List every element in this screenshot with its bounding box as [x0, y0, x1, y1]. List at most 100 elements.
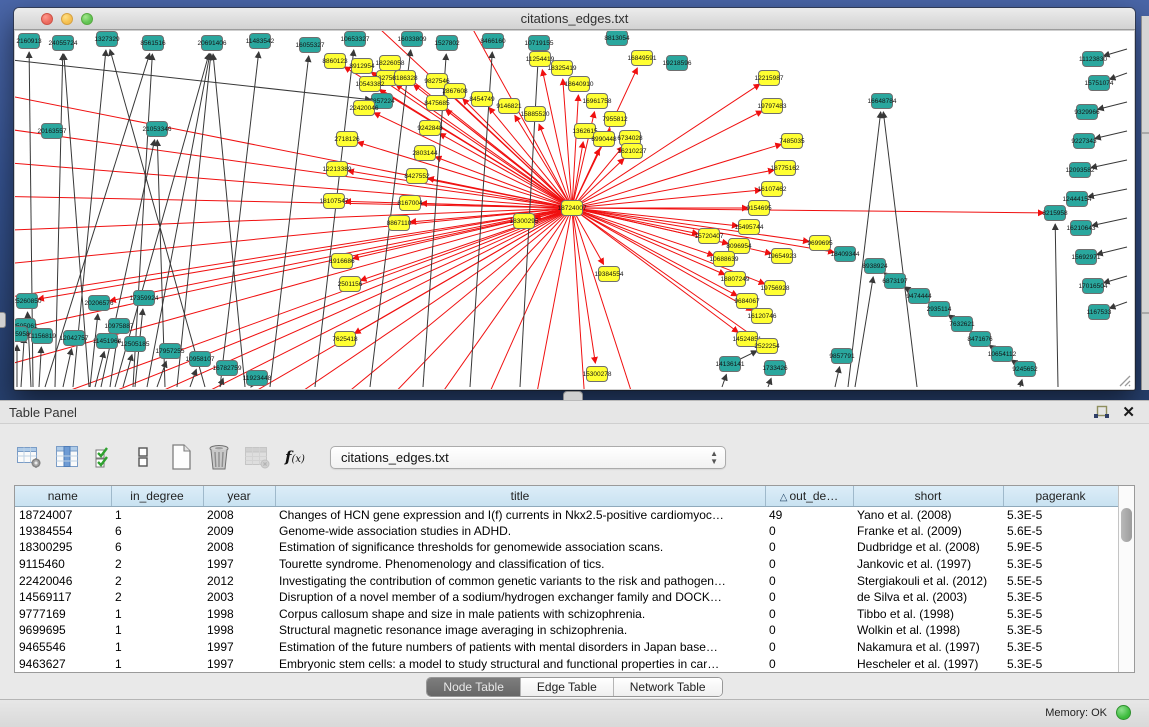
- graph-node[interactable]: 20163557: [38, 124, 67, 139]
- graph-node[interactable]: 20206576: [85, 296, 114, 311]
- table-row[interactable]: 911546021997Tourette syndrome. Phenomeno…: [15, 556, 1118, 573]
- table-cell[interactable]: 5.5E-5: [1003, 572, 1118, 589]
- table-cell[interactable]: 5.3E-5: [1003, 506, 1118, 523]
- resize-grip-icon[interactable]: [1117, 373, 1131, 387]
- column-header-in_degree[interactable]: in_degree: [111, 486, 203, 506]
- graph-node[interactable]: 11483542: [246, 34, 275, 49]
- graph-node[interactable]: 12093582: [1066, 163, 1095, 178]
- graph-node[interactable]: 15495744: [735, 220, 764, 235]
- table-row[interactable]: 969969511998Structural magnetic resonanc…: [15, 622, 1118, 639]
- graph-node[interactable]: 10654112: [988, 347, 1017, 362]
- graph-node[interactable]: 11923448: [243, 371, 272, 386]
- graph-node[interactable]: 7955812: [602, 112, 628, 127]
- graph-node[interactable]: 12444154: [1063, 192, 1092, 207]
- graph-node[interactable]: 10543382: [356, 77, 385, 92]
- graph-node[interactable]: 17016504: [1079, 279, 1108, 294]
- table-cell[interactable]: Tibbo et al. (1998): [853, 606, 1003, 623]
- table-cell[interactable]: Nakamura et al. (1997): [853, 639, 1003, 656]
- graph-node[interactable]: 7625418: [332, 332, 358, 347]
- graph-node[interactable]: 16961758: [583, 94, 612, 109]
- graph-node[interactable]: 16210227: [618, 144, 647, 159]
- graph-node[interactable]: 10653327: [341, 32, 370, 47]
- graph-node[interactable]: 8186328: [392, 71, 418, 86]
- table-cell[interactable]: 0: [765, 556, 853, 573]
- table-cell[interactable]: 2: [111, 589, 203, 606]
- tab-node-table[interactable]: Node Table: [427, 678, 520, 696]
- graph-node[interactable]: 16120746: [748, 309, 777, 324]
- table-row[interactable]: 1830029562008Estimation of significance …: [15, 539, 1118, 556]
- table-cell[interactable]: Dudbridge et al. (2008): [853, 539, 1003, 556]
- table-row[interactable]: 1872400712008Changes of HCN gene express…: [15, 506, 1118, 523]
- graph-node[interactable]: 9699695: [807, 236, 833, 251]
- table-cell[interactable]: Stergiakouli et al. (2012): [853, 572, 1003, 589]
- table-cell[interactable]: Estimation of significance thresholds fo…: [275, 539, 765, 556]
- graph-node[interactable]: 8215958: [1042, 206, 1068, 221]
- select-attributes-button[interactable]: [90, 442, 120, 472]
- graph-node[interactable]: 22420046: [350, 101, 379, 116]
- graph-node[interactable]: 1527802: [434, 36, 460, 51]
- graph-node[interactable]: 9146821: [496, 99, 522, 114]
- table-cell[interactable]: 5.3E-5: [1003, 639, 1118, 656]
- table-cell[interactable]: 0: [765, 572, 853, 589]
- graph-node[interactable]: 15885520: [521, 107, 550, 122]
- table-options-button[interactable]: [14, 442, 44, 472]
- table-cell[interactable]: 1: [111, 655, 203, 672]
- graph-node[interactable]: 8471676: [967, 332, 993, 347]
- graph-node[interactable]: 8466160: [480, 34, 506, 49]
- column-header-name[interactable]: name: [15, 486, 111, 506]
- tab-edge-table[interactable]: Edge Table: [520, 678, 613, 696]
- graph-node[interactable]: 9684067: [734, 294, 760, 309]
- graph-node[interactable]: 10688639: [710, 252, 739, 267]
- table-cell[interactable]: 18724007: [15, 506, 111, 523]
- table-cell[interactable]: 1997: [203, 639, 275, 656]
- table-cell[interactable]: Changes of HCN gene expression and I(f) …: [275, 506, 765, 523]
- table-cell[interactable]: 0: [765, 523, 853, 540]
- graph-node[interactable]: 11451964: [93, 334, 122, 349]
- graph-node[interactable]: 19218596: [663, 56, 692, 71]
- table-cell[interactable]: Wolkin et al. (1998): [853, 622, 1003, 639]
- table-cell[interactable]: 0: [765, 539, 853, 556]
- column-header-out_de[interactable]: △out_de…: [765, 486, 853, 506]
- table-cell[interactable]: Investigating the contribution of common…: [275, 572, 765, 589]
- table-cell[interactable]: 1997: [203, 556, 275, 573]
- table-cell[interactable]: Corpus callosum shape and size in male p…: [275, 606, 765, 623]
- graph-node[interactable]: 2522254: [754, 339, 780, 354]
- graph-node[interactable]: 6873197: [882, 274, 908, 289]
- graph-node[interactable]: 17359924: [130, 291, 159, 306]
- graph-node[interactable]: 8938924: [862, 259, 888, 274]
- table-row[interactable]: 2242004622012Investigating the contribut…: [15, 572, 1118, 589]
- show-columns-button[interactable]: [52, 442, 82, 472]
- create-column-button[interactable]: [166, 442, 196, 472]
- table-cell[interactable]: 5.3E-5: [1003, 622, 1118, 639]
- table-cell[interactable]: Embryonic stem cells: a model to study s…: [275, 655, 765, 672]
- graph-node[interactable]: 18775162: [771, 161, 800, 176]
- table-cell[interactable]: 14569117: [15, 589, 111, 606]
- table-cell[interactable]: 5.6E-5: [1003, 523, 1118, 540]
- graph-node[interactable]: 8867110: [387, 216, 412, 231]
- graph-node[interactable]: 11156819: [28, 329, 56, 344]
- graph-node[interactable]: 8167004: [397, 196, 423, 211]
- graph-node[interactable]: 16648784: [868, 94, 897, 109]
- graph-node[interactable]: 11254419: [526, 52, 555, 67]
- graph-node[interactable]: 25260850: [15, 294, 42, 309]
- window-titlebar[interactable]: citations_edges.txt: [14, 8, 1135, 30]
- graph-node[interactable]: 18409344: [831, 247, 860, 262]
- graph-node[interactable]: 18724007: [558, 201, 587, 216]
- table-cell[interactable]: 2003: [203, 589, 275, 606]
- graph-node[interactable]: 18226058: [376, 56, 405, 71]
- graph-node[interactable]: 19797483: [758, 99, 787, 114]
- graph-node[interactable]: 16107462: [758, 182, 787, 197]
- scrollbar-thumb[interactable]: [1121, 508, 1132, 542]
- memory-ok-indicator[interactable]: [1116, 705, 1131, 720]
- graph-node[interactable]: 2160913: [16, 34, 42, 49]
- table-cell[interactable]: 1: [111, 506, 203, 523]
- graph-node[interactable]: 16055327: [296, 38, 325, 53]
- graph-node[interactable]: 15751074: [1085, 76, 1114, 91]
- table-cell[interactable]: 0: [765, 655, 853, 672]
- table-cell[interactable]: 9115460: [15, 556, 111, 573]
- table-cell[interactable]: Jankovic et al. (1997): [853, 556, 1003, 573]
- graph-node[interactable]: 20691406: [198, 36, 227, 51]
- graph-node[interactable]: 16849591: [628, 51, 657, 66]
- close-panel-icon[interactable]: ✕: [1122, 403, 1135, 421]
- graph-node[interactable]: 10958107: [186, 352, 215, 367]
